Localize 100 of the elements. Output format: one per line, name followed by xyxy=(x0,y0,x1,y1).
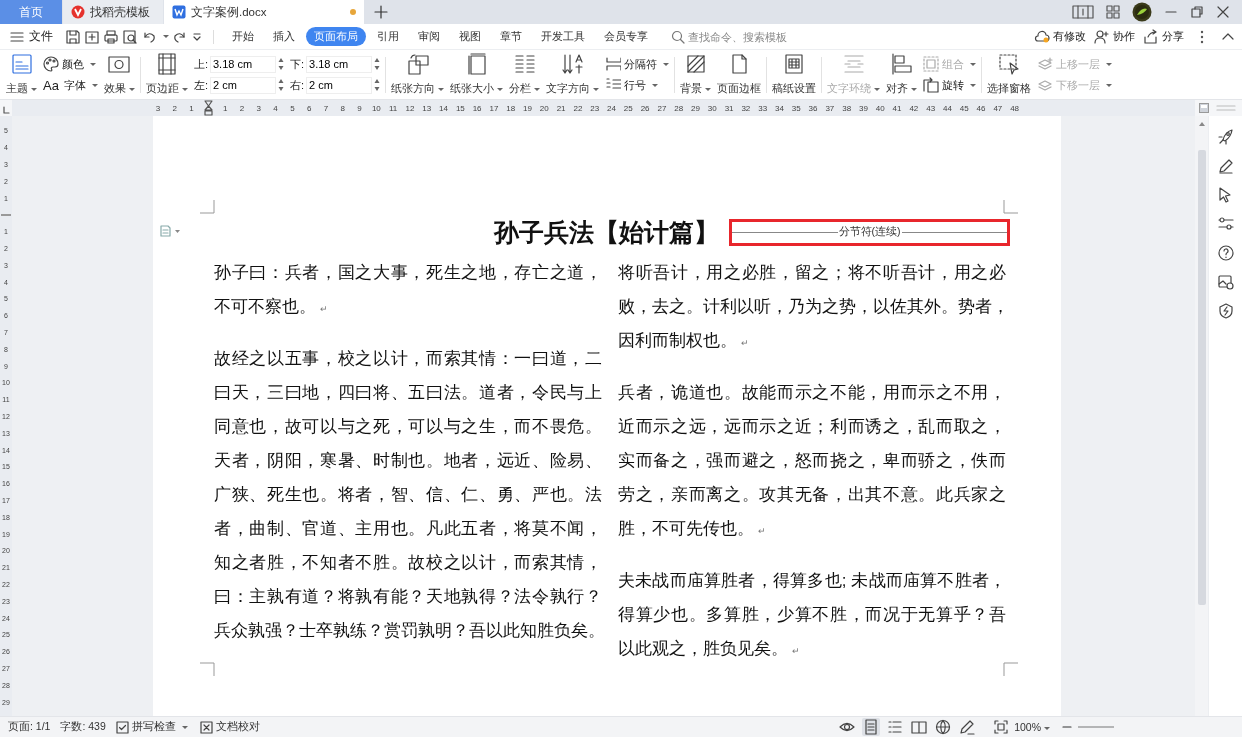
ruler-number: 4 xyxy=(272,102,279,115)
tab-stop-icon xyxy=(2,106,10,114)
menu-tab[interactable]: 引用 xyxy=(369,27,407,46)
menu-tab[interactable]: 会员专享 xyxy=(596,27,656,46)
ruler-number: 34 xyxy=(774,102,785,115)
tab[interactable]: 文字案例.docx xyxy=(164,0,364,24)
menu-tab[interactable]: 开始 xyxy=(224,27,262,46)
ribbon-button[interactable]: 主题 xyxy=(6,53,37,96)
ribbon-button[interactable]: 稿纸设置 xyxy=(772,53,817,96)
ribbon-button[interactable]: 分隔符 xyxy=(605,55,670,73)
book-icon[interactable] xyxy=(910,718,929,736)
ruler-toggle-icon[interactable] xyxy=(1199,103,1209,113)
rocket-icon[interactable] xyxy=(1216,128,1235,146)
ruler-number: 16 xyxy=(471,102,483,115)
field-label: 上: xyxy=(193,56,208,72)
restore-icon[interactable] xyxy=(1190,5,1204,19)
status-button[interactable]: 文档校对 xyxy=(199,720,260,734)
ruler-number: 18 xyxy=(505,102,517,115)
file-menu-button[interactable]: 文件 xyxy=(10,29,53,44)
tab[interactable]: 找稻壳模板 xyxy=(63,0,163,24)
caret-icon xyxy=(534,87,541,91)
ribbon-button[interactable]: 页面边框 xyxy=(717,53,762,96)
help-icon[interactable] xyxy=(1216,244,1235,262)
window-layout-icon[interactable] xyxy=(1072,5,1094,19)
zoom-dropdown[interactable]: 100% xyxy=(1014,721,1050,733)
caret-icon xyxy=(438,87,445,91)
caret-icon xyxy=(128,87,135,91)
ruler-number: 47 xyxy=(992,102,1004,115)
fit-page-icon[interactable] xyxy=(994,720,1009,734)
ruler-number: 33 xyxy=(757,102,769,115)
margin-field[interactable]: 2 cm xyxy=(209,76,276,94)
search-field[interactable]: 查找命令、搜索模板 xyxy=(688,30,806,43)
ribbon-button[interactable]: 页边距 xyxy=(145,53,188,96)
ribbon-button[interactable]: 选择窗格 xyxy=(987,53,1032,96)
ribbon-button[interactable]: 纸张方向 xyxy=(391,53,445,96)
caret-icon xyxy=(497,87,504,91)
margin-field[interactable]: 2 cm xyxy=(306,76,373,94)
pen-icon[interactable] xyxy=(1216,157,1235,175)
spinner-icon[interactable] xyxy=(277,78,284,92)
more-icon[interactable] xyxy=(191,30,203,43)
ribbon-button[interactable]: 行号 xyxy=(605,76,670,94)
ruler-number: 31 xyxy=(723,102,735,115)
shield-icon[interactable] xyxy=(1216,302,1235,320)
rotate-icon xyxy=(923,77,940,93)
spinner-icon[interactable] xyxy=(374,78,381,92)
close-icon[interactable] xyxy=(1216,5,1230,19)
toolbar-button[interactable]: 有修改 xyxy=(1034,28,1086,45)
menu-tab[interactable]: 页面布局 xyxy=(306,27,366,46)
ruler-number: 29 xyxy=(690,102,701,115)
ruler-number: 46 xyxy=(975,102,987,115)
preview-icon[interactable] xyxy=(122,28,138,45)
corner-mark xyxy=(1000,662,1018,676)
ribbon-button[interactable]: 分栏 xyxy=(509,53,541,96)
zoom-slider-track[interactable] xyxy=(1078,725,1114,729)
align-icon xyxy=(890,53,913,75)
spinner-icon[interactable] xyxy=(374,57,381,71)
avatar-icon[interactable] xyxy=(1132,2,1152,22)
ruler-number: 32 xyxy=(740,102,752,115)
ribbon-button[interactable]: 对齐 xyxy=(886,53,918,96)
scrollbar-thumb[interactable] xyxy=(1197,150,1206,605)
proofread-icon xyxy=(199,720,213,734)
menu-tab[interactable]: 章节 xyxy=(492,27,530,46)
ruler-number: 42 xyxy=(908,102,920,115)
menu-tab[interactable]: 审阅 xyxy=(410,27,448,46)
status-button[interactable]: 拼写检查 xyxy=(115,720,188,734)
ribbon-button[interactable]: 纸张大小 xyxy=(450,53,504,96)
ribbon-button[interactable]: 文字方向 xyxy=(546,53,600,96)
text-wrap-icon xyxy=(842,53,865,75)
grid-icon[interactable] xyxy=(1106,5,1120,19)
paragraph: 兵者，诡道也。故能而示之不能，用而示之不用， 近而示之远，远而示之近；利而诱之，乱而取之， 实而备之，强而避之，怒而挠之，卑而骄之，佚而 劳之，亲而离之。攻其无备，出其不意。此兵家之 胜，不可先传也。 ↵ xyxy=(618,382,1006,540)
print-icon[interactable] xyxy=(103,28,119,45)
export-icon[interactable] xyxy=(84,28,100,45)
scroll-up-icon[interactable] xyxy=(1198,122,1205,126)
ribbon-button[interactable]: 背景 xyxy=(680,53,712,96)
ruler-number: 40 xyxy=(874,102,886,115)
menu-tab[interactable]: 视图 xyxy=(451,27,489,46)
pen-icon[interactable] xyxy=(958,718,977,736)
caret-icon xyxy=(874,87,881,91)
ruler-number: 37 xyxy=(824,102,836,115)
ribbon-button[interactable]: 效果 xyxy=(103,53,135,96)
menu-tab[interactable]: 插入 xyxy=(265,27,303,46)
ribbon-button[interactable]: 颜色 xyxy=(43,55,98,73)
margin-field[interactable]: 3.18 cm xyxy=(209,55,276,73)
ruler-number: 27 xyxy=(656,102,668,115)
globe-icon[interactable] xyxy=(934,718,953,736)
image-settings-icon[interactable] xyxy=(1216,273,1235,291)
grid-paper-icon xyxy=(783,53,806,75)
ribbon-button[interactable]: Aa 字体 xyxy=(43,76,98,94)
save-icon[interactable] xyxy=(65,28,81,45)
ribbon-button[interactable]: 旋转 xyxy=(923,76,977,94)
margin-field[interactable]: 3.18 cm xyxy=(306,55,373,73)
page-view-icon[interactable] xyxy=(862,718,881,736)
ruler-number: 41 xyxy=(891,102,903,115)
sliders-icon[interactable] xyxy=(1216,215,1235,233)
caret-icon xyxy=(970,62,977,66)
menu-tab[interactable]: 开发工具 xyxy=(533,27,593,46)
toolbar-button[interactable]: 分享 xyxy=(1143,28,1184,45)
spinner-icon[interactable] xyxy=(277,57,284,71)
caret-icon[interactable] xyxy=(163,35,169,38)
toolbar-button[interactable]: 协作 xyxy=(1094,28,1135,45)
